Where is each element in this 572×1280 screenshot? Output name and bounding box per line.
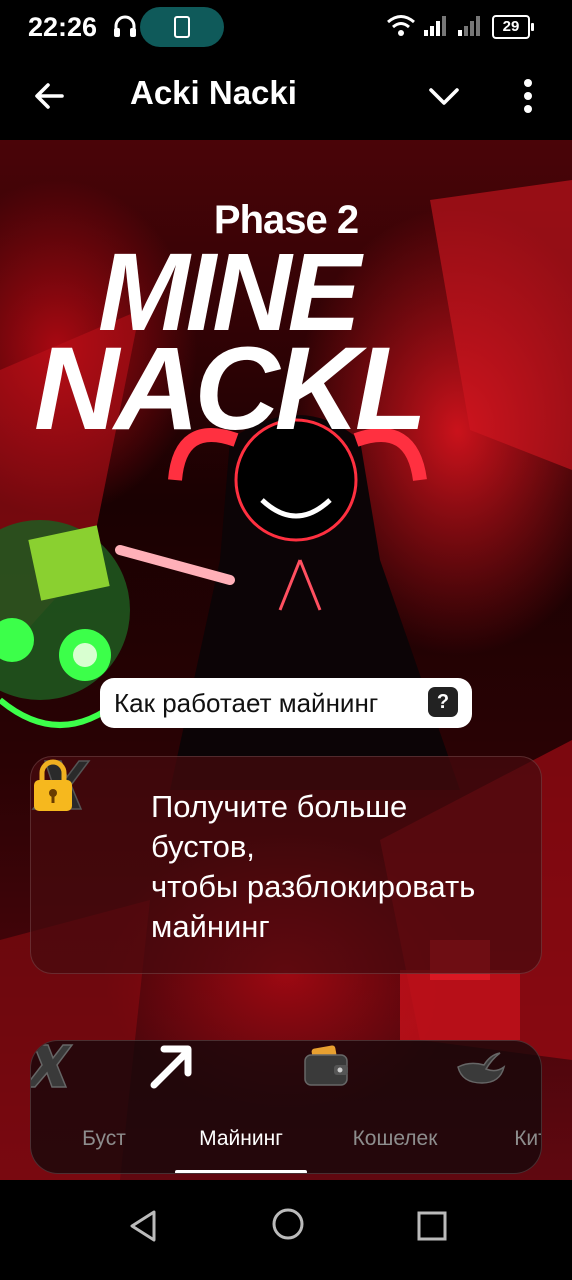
active-tab-indicator <box>175 1170 307 1173</box>
hero-artwork: Phase 2 MINE NACKL Как работает майнинг … <box>0 140 572 1180</box>
signal-icon <box>458 16 480 36</box>
signal-icon <box>424 16 446 36</box>
lock-message-line: чтобы разблокировать <box>151 869 476 904</box>
mining-locked-message: Получите больше бустов, чтобы разблокиро… <box>151 787 531 947</box>
hero-title-line-2: NACKL <box>34 323 427 455</box>
mining-locked-card: Получите больше бустов, чтобы разблокиро… <box>30 756 542 974</box>
phone-icon <box>174 16 190 38</box>
wallet-icon <box>304 1045 348 1086</box>
status-bar: 22:26 29 <box>0 0 572 56</box>
arrow-up-right-icon <box>150 1045 192 1089</box>
arrow-left-icon[interactable] <box>28 74 72 118</box>
circle-home-icon[interactable] <box>266 1202 310 1246</box>
status-time: 22:26 <box>28 12 98 42</box>
battery-icon: 29 <box>492 15 534 39</box>
wifi-icon <box>387 15 415 36</box>
triangle-back-icon[interactable] <box>122 1204 166 1248</box>
lock-message-line: бустов, <box>151 829 255 864</box>
nav-item-wallet[interactable]: Кошелек <box>304 1041 463 1173</box>
lock-message-line: Получите больше <box>151 789 408 824</box>
call-indicator-pill[interactable] <box>140 7 224 47</box>
nav-item-boost[interactable]: Буст <box>31 1041 159 1173</box>
nav-label-mining: Майнинг <box>199 1127 283 1150</box>
app-bar: Acki Nacki <box>0 56 572 140</box>
how-mining-works-button[interactable]: Как работает майнинг ? <box>100 678 472 728</box>
chevron-down-icon[interactable] <box>424 76 464 116</box>
nav-item-mining[interactable]: Майнинг <box>150 1041 311 1173</box>
app-title: Acki Nacki <box>130 74 297 111</box>
nav-label-boost: Буст <box>82 1127 126 1150</box>
how-mining-works-label: Как работает майнинг <box>114 688 379 718</box>
x-logo-icon <box>31 1044 74 1088</box>
more-vertical-icon[interactable] <box>508 74 548 118</box>
whale-icon <box>457 1052 506 1084</box>
bottom-navigation: Буст Майнинг Кошелек Кит <box>30 1040 542 1174</box>
square-recents-icon[interactable] <box>410 1204 454 1248</box>
nav-label-whale: Кит <box>514 1127 541 1150</box>
question-mark-icon: ? <box>428 687 458 717</box>
lock-message-line: майнинг <box>151 909 270 944</box>
lock-icon <box>34 759 72 811</box>
nav-item-whale[interactable]: Кит <box>457 1041 541 1173</box>
nav-label-wallet: Кошелек <box>352 1127 438 1150</box>
system-navigation-bar <box>0 1180 572 1280</box>
headset-icon <box>114 15 136 37</box>
